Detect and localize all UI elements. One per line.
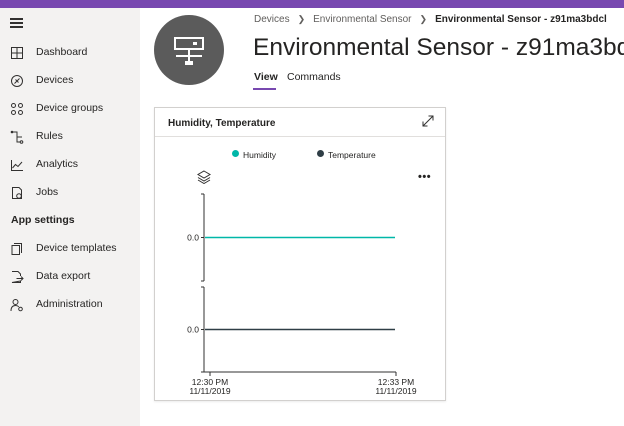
- sidebar-item-data-export[interactable]: Data export: [0, 263, 140, 291]
- sidebar-item-dashboard[interactable]: Dashboard: [0, 39, 140, 67]
- sidebar-item-devices[interactable]: Devices: [0, 67, 140, 95]
- chart-area: Humidity Temperature ••• 0.0 0.0 12:30 PM 1…: [155, 137, 445, 400]
- sidebar-item-administration[interactable]: Administration: [0, 291, 140, 319]
- sidebar-item-label: Devices: [36, 74, 74, 86]
- hamburger-menu-icon[interactable]: [10, 17, 24, 29]
- data-export-icon: [11, 271, 24, 283]
- sidebar-item-device-templates[interactable]: Device templates: [0, 235, 140, 263]
- sidebar-item-label: Data export: [36, 270, 91, 282]
- breadcrumb-current: Environmental Sensor - z91ma3bdcl: [435, 14, 607, 25]
- tab-active-indicator: [253, 88, 276, 90]
- expand-icon[interactable]: [421, 114, 435, 128]
- breadcrumb-environmental-sensor[interactable]: Environmental Sensor: [313, 14, 411, 25]
- card-title: Humidity, Temperature: [168, 118, 276, 129]
- chevron-right-icon: ❯: [419, 14, 428, 24]
- jobs-icon: [12, 187, 22, 199]
- sidebar-item-label: Jobs: [36, 186, 59, 198]
- section-title-app-settings: App settings: [11, 214, 75, 226]
- network-device-icon: [174, 37, 204, 65]
- top-accent-bar: [0, 0, 624, 8]
- sidebar: Dashboard Devices Device groups Rules An…: [0, 8, 140, 426]
- sidebar-item-label: Device templates: [36, 242, 117, 254]
- y-tick-label: 0.0: [187, 325, 199, 335]
- x-tick-label: 11/11/2019: [375, 386, 417, 396]
- breadcrumb-devices[interactable]: Devices: [254, 14, 290, 25]
- device-avatar: [154, 15, 224, 85]
- rules-icon: [10, 130, 24, 144]
- sidebar-item-rules[interactable]: Rules: [0, 123, 140, 151]
- sidebar-item-jobs[interactable]: Jobs: [0, 179, 140, 207]
- sidebar-item-label: Rules: [36, 130, 63, 142]
- page-title: Environmental Sensor - z91ma3bdcl: [253, 34, 624, 61]
- line-chart: 0.00.012:30 PM11/11/201912:33 PM11/11/20…: [187, 193, 417, 396]
- breadcrumb: Devices ❯ Environmental Sensor ❯ Environ…: [254, 14, 607, 25]
- tab-view[interactable]: View: [254, 71, 278, 83]
- y-tick-label: 0.0: [187, 233, 199, 243]
- sidebar-item-label: Device groups: [36, 102, 104, 114]
- sidebar-item-device-groups[interactable]: Device groups: [0, 95, 140, 123]
- sidebar-item-analytics[interactable]: Analytics: [0, 151, 140, 179]
- x-tick-label: 11/11/2019: [189, 386, 231, 396]
- dashboard-icon: [11, 47, 23, 59]
- sidebar-item-label: Dashboard: [36, 46, 88, 58]
- sidebar-item-label: Analytics: [36, 158, 79, 170]
- sidebar-item-label: Administration: [36, 298, 103, 310]
- devices-icon: [11, 75, 23, 87]
- chevron-right-icon: ❯: [297, 14, 306, 24]
- device-templates-icon: [11, 243, 22, 255]
- administration-icon: [10, 299, 23, 312]
- analytics-icon: [11, 160, 23, 171]
- device-groups-icon: [11, 103, 23, 115]
- tab-commands[interactable]: Commands: [287, 71, 341, 83]
- chart-card: Humidity, Temperature Humidity Temperatu…: [154, 107, 446, 401]
